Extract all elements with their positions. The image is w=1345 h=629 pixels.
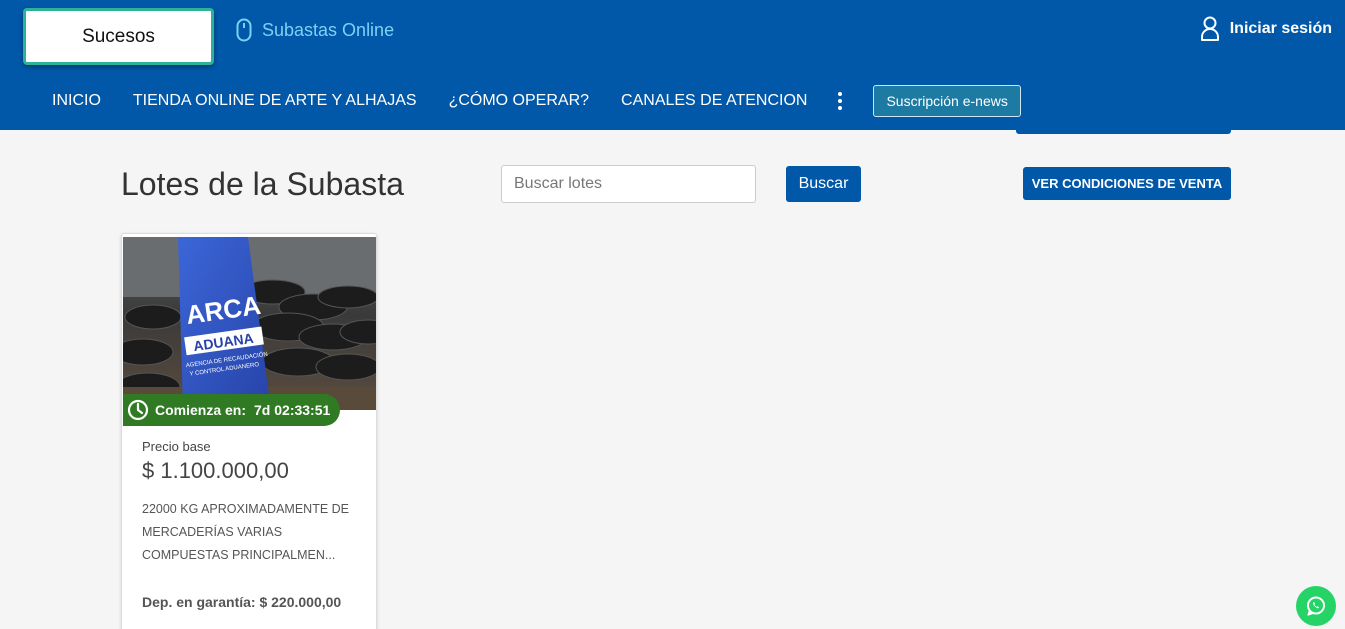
main-nav: INICIO TIENDA ONLINE DE ARTE Y ALHAJAS ¿… xyxy=(52,84,1021,118)
countdown-badge: Comienza en: 7d 02:33:51 xyxy=(123,394,340,426)
search-button[interactable]: Buscar xyxy=(786,166,861,202)
login-label: Iniciar sesión xyxy=(1229,20,1332,37)
clock-icon xyxy=(127,399,149,421)
conditions-button[interactable]: VER CONDICIONES DE VENTA xyxy=(1023,167,1231,200)
site-header: Sucesos Subastas Online Iniciar sesión I… xyxy=(0,0,1345,130)
price-value: $ 1.100.000,00 xyxy=(142,458,289,483)
more-menu-icon[interactable] xyxy=(837,92,843,110)
subastas-online-link[interactable]: Subastas Online xyxy=(236,18,394,42)
nav-item-canales[interactable]: CANALES DE ATENCION xyxy=(621,92,807,110)
nav-item-inicio[interactable]: INICIO xyxy=(52,92,101,110)
brand-button[interactable]: Sucesos xyxy=(23,8,214,65)
nav-item-tienda[interactable]: TIENDA ONLINE DE ARTE Y ALHAJAS xyxy=(133,92,417,110)
lot-description: 22000 KG APROXIMADAMENTE DE MERCADERÍAS … xyxy=(142,502,350,562)
countdown-value: 7d 02:33:51 xyxy=(254,402,331,418)
nav-item-como-operar[interactable]: ¿CÓMO OPERAR? xyxy=(449,92,589,110)
price-label: Precio base xyxy=(142,439,211,454)
whatsapp-icon[interactable] xyxy=(1296,586,1336,626)
mouse-icon xyxy=(236,18,252,42)
enews-subscribe-button[interactable]: Suscripción e-news xyxy=(873,85,1021,117)
deposit-value: Dep. en garantía: $ 220.000,00 xyxy=(142,594,342,610)
subastas-online-label: Subastas Online xyxy=(262,19,395,40)
page-title: Lotes de la Subasta xyxy=(121,166,404,202)
partially-hidden-button[interactable] xyxy=(1016,124,1231,134)
search-input[interactable] xyxy=(501,165,756,203)
lot-image: ARCA ADUANA AGENCIA DE RECAUDACIÓN Y CON… xyxy=(123,237,376,410)
user-icon xyxy=(1200,16,1219,41)
countdown-label: Comienza en: xyxy=(155,402,247,418)
login-link[interactable]: Iniciar sesión xyxy=(1200,16,1332,42)
lot-card[interactable]: ARCA ADUANA AGENCIA DE RECAUDACIÓN Y CON… xyxy=(121,233,377,629)
